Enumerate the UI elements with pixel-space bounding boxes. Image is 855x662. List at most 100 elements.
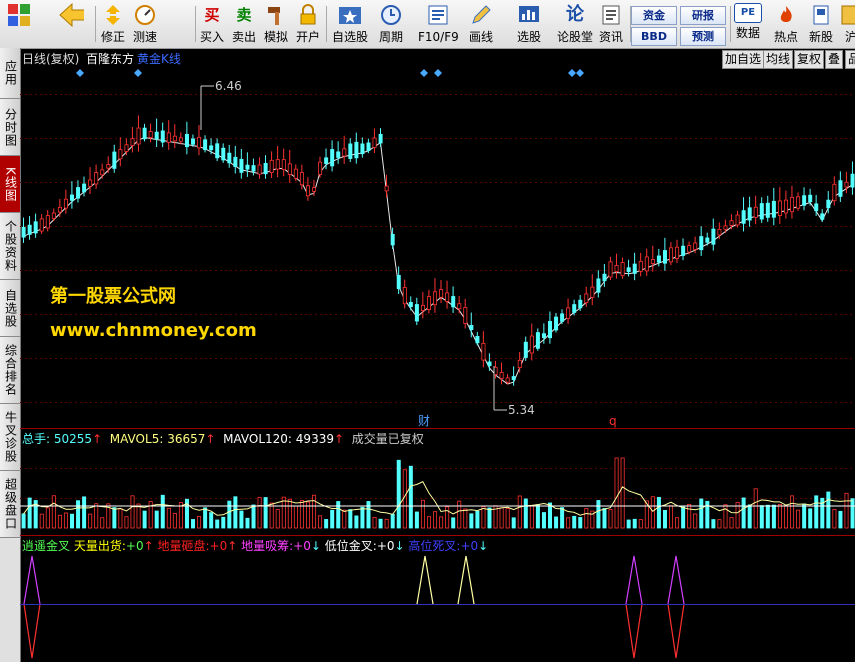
volume-bar (197, 515, 202, 529)
volume-bar (39, 513, 44, 529)
more-button[interactable]: 品 (845, 50, 855, 69)
data-button[interactable]: PE 数据 (734, 3, 762, 47)
stock-screen-button[interactable]: 选股 (516, 3, 542, 47)
news-button[interactable]: 资讯 (598, 3, 624, 47)
hot-button[interactable]: 热点 (773, 3, 799, 47)
volume-bar (118, 508, 123, 529)
candle-body (596, 278, 601, 293)
forum-button[interactable]: 论 论股堂 (557, 3, 593, 47)
overlay-button[interactable]: 叠 (825, 50, 844, 69)
candle-body (783, 199, 788, 214)
volume-bar (729, 517, 734, 529)
candle-body (360, 143, 365, 155)
down-arrow-icon: ↓ (394, 539, 405, 553)
candle-body (88, 179, 93, 187)
add-watchlist-button[interactable]: 加自选 (722, 50, 765, 69)
candle-body (21, 226, 26, 238)
volume-bar (63, 512, 68, 529)
candle-body (517, 359, 522, 368)
bbd-button[interactable]: BBD (631, 27, 677, 46)
candle-body (790, 196, 795, 213)
mavol5-value: 36657 (167, 432, 206, 446)
candle-body (753, 206, 758, 218)
sidebar-tab-ranking[interactable]: 综合排名 (0, 337, 20, 404)
sell-button[interactable]: 卖 卖出 (231, 3, 257, 47)
f10-button[interactable]: F10/F9 (418, 3, 459, 47)
volume-bar (124, 516, 129, 529)
yanbao-button[interactable]: 研报 (680, 6, 726, 25)
toolbar-label: 买入 (199, 30, 224, 44)
candle-body (106, 164, 111, 169)
volume-bar (408, 465, 413, 529)
candle-body (348, 143, 353, 159)
candle-body (70, 194, 75, 201)
volume-bar (354, 515, 359, 529)
volume-bar (838, 510, 843, 529)
candle-body (705, 237, 710, 243)
candle-body (396, 274, 401, 290)
candle-body (148, 131, 153, 138)
sidebar-tab-watchlist[interactable]: 自选股 (0, 280, 20, 337)
volume-bar (281, 496, 286, 529)
toolbar-item-grid[interactable] (6, 3, 32, 47)
toolbar-label: 测速 (132, 30, 157, 44)
volume-bar (578, 517, 583, 529)
volume-bar (239, 510, 244, 529)
candle-body (681, 245, 686, 256)
restore-button[interactable]: 复权 (794, 50, 825, 69)
volume-bar (560, 507, 565, 529)
high-price-label: 6.46 (215, 79, 242, 93)
candle-body (215, 143, 220, 159)
back-button[interactable] (58, 2, 84, 47)
sidebar-tab-kline[interactable]: K线图 (0, 156, 20, 213)
candle-body (729, 220, 734, 226)
zijin-button[interactable]: 资金 (631, 6, 677, 25)
sidebar-tab-super-level[interactable]: 超级盘口 (0, 471, 20, 538)
volume-bar (650, 496, 655, 529)
candle-body (76, 187, 81, 199)
watchlist-button[interactable]: 自选股 (332, 3, 368, 47)
candle-body (154, 131, 159, 140)
toolbar-label: 模拟 (263, 30, 288, 44)
flame-icon (773, 3, 799, 27)
sh-button[interactable]: 沪 (838, 3, 855, 47)
ma-button[interactable]: 均线 (763, 50, 794, 69)
period-button[interactable]: 周期 (378, 3, 404, 47)
open-account-button[interactable]: 开户 (295, 3, 321, 47)
candle-body (850, 173, 855, 188)
sidebar-tab-stock-info[interactable]: 个股资料 (0, 213, 20, 280)
volume-bar (844, 492, 849, 529)
sidebar-tab-diagnosis[interactable]: 牛叉诊股 (0, 404, 20, 471)
down-arrow-icon: ↓ (310, 539, 321, 553)
volume-bar (511, 517, 516, 529)
sidebar-tab-app[interactable]: 应用 (0, 48, 20, 99)
candle-body (638, 260, 643, 272)
candle-body (626, 267, 631, 273)
toolbar-item-cesu[interactable]: 测速 (132, 3, 158, 47)
candle-body (420, 304, 425, 311)
candle-body (354, 141, 359, 159)
kline-chart[interactable]: 6.46 5.34 财 q (20, 48, 855, 662)
candle-body (184, 134, 189, 148)
volume-bar (669, 505, 674, 529)
ind-label: 地量吸筹: (241, 539, 294, 553)
ind-value: +0 (460, 539, 479, 553)
buy-button[interactable]: 买 买入 (199, 3, 225, 47)
simulate-button[interactable]: 模拟 (263, 3, 289, 47)
yuce-button[interactable]: 预测 (680, 27, 726, 46)
candle-body (717, 228, 722, 236)
candle-body (100, 169, 105, 176)
sidebar-tab-timeshare[interactable]: 分时图 (0, 99, 20, 156)
volume-bar (27, 497, 32, 529)
draw-line-button[interactable]: 画线 (468, 3, 494, 47)
toolbar-separator (326, 6, 327, 42)
toolbar-label: 修正 (100, 30, 125, 44)
up-arrow-icon: ↑ (143, 539, 154, 553)
candle-body (548, 321, 553, 339)
volume-bar (82, 496, 87, 529)
grid-icon (6, 3, 32, 27)
new-stock-button[interactable]: 新股 (808, 3, 834, 47)
volume-bar (136, 503, 141, 529)
toolbar-item-xiuzheng[interactable]: 修正 (100, 3, 126, 47)
pe-icon: PE (734, 3, 762, 23)
